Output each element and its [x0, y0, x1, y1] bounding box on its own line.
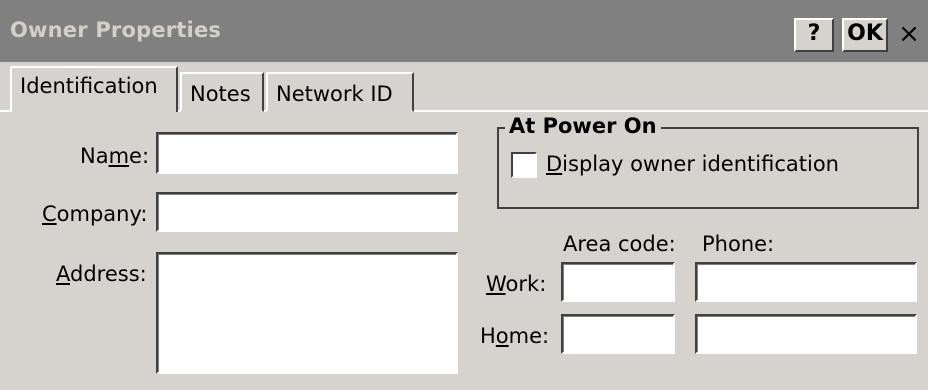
name-label: Name: [80, 144, 150, 168]
home-phone-field[interactable] [695, 314, 917, 354]
home-label: Home: [480, 324, 550, 348]
tab-notes[interactable]: Notes [180, 72, 264, 112]
address-label: Address: [56, 262, 147, 286]
display-owner-label[interactable]: Display owner identification [546, 152, 839, 176]
area-code-header: Area code: [563, 232, 676, 256]
name-field[interactable] [156, 132, 458, 174]
display-owner-checkbox[interactable] [511, 152, 537, 178]
tab-network-id[interactable]: Network ID [266, 72, 414, 112]
tab-label: Identification [20, 74, 158, 98]
company-field[interactable] [156, 192, 458, 232]
address-field[interactable] [156, 252, 458, 374]
close-button[interactable]: × [894, 18, 924, 52]
tab-label: Notes [190, 82, 251, 106]
tab-label: Network ID [276, 82, 393, 106]
title-bar: Owner Properties ? OK × [0, 0, 928, 62]
power-on-group-title: At Power On [505, 114, 661, 138]
work-phone-field[interactable] [695, 262, 917, 302]
work-label: Work: [486, 272, 547, 296]
window-title: Owner Properties [10, 18, 222, 42]
help-button[interactable]: ? [794, 18, 834, 52]
home-area-code-field[interactable] [561, 314, 675, 354]
tab-identification[interactable]: Identification [10, 66, 178, 112]
work-area-code-field[interactable] [561, 262, 675, 302]
phone-header: Phone: [702, 232, 775, 256]
ok-button[interactable]: OK [842, 18, 888, 52]
company-label: Company: [42, 202, 148, 226]
